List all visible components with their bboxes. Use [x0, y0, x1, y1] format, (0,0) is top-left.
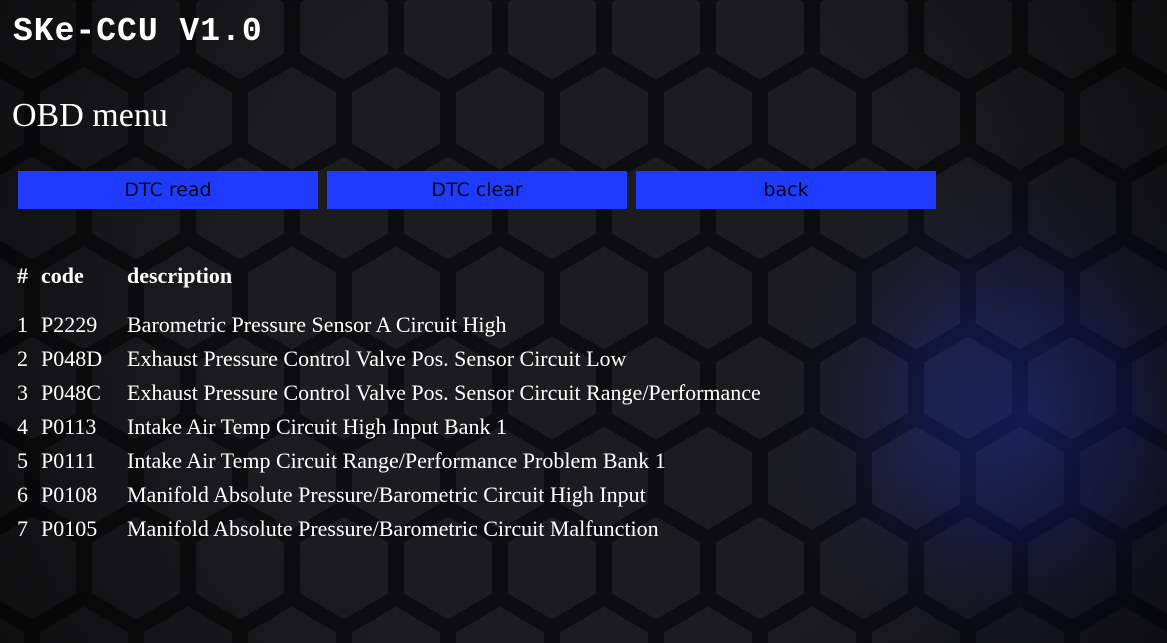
table-header-row: # code description	[14, 256, 761, 296]
row-code: P048C	[41, 380, 101, 405]
table-row: 7 P0105 Manifold Absolute Pressure/Barom…	[14, 512, 761, 546]
dtc-read-button[interactable]: DTC read	[18, 171, 318, 209]
row-description: Manifold Absolute Pressure/Barometric Ci…	[127, 516, 659, 541]
row-index: 5	[17, 448, 28, 473]
table-row: 6 P0108 Manifold Absolute Pressure/Barom…	[14, 478, 761, 512]
row-code: P048D	[41, 346, 103, 371]
row-index: 4	[17, 414, 28, 439]
column-header-code: code	[41, 263, 84, 288]
row-code: P0111	[41, 448, 96, 473]
column-header-description: description	[127, 263, 233, 288]
row-index: 1	[17, 312, 28, 337]
table-row: 3 P048C Exhaust Pressure Control Valve P…	[14, 376, 761, 410]
row-index: 6	[17, 482, 28, 507]
row-description: Barometric Pressure Sensor A Circuit Hig…	[127, 312, 507, 337]
row-code: P0105	[41, 516, 98, 541]
dtc-clear-button[interactable]: DTC clear	[327, 171, 627, 209]
row-code: P0108	[41, 482, 98, 507]
table-row: 2 P048D Exhaust Pressure Control Valve P…	[14, 342, 761, 376]
row-description: Intake Air Temp Circuit High Input Bank …	[127, 414, 507, 439]
table-row: 5 P0111 Intake Air Temp Circuit Range/Pe…	[14, 444, 761, 478]
back-button[interactable]: back	[636, 171, 936, 209]
row-index: 7	[17, 516, 28, 541]
table-row: 4 P0113 Intake Air Temp Circuit High Inp…	[14, 410, 761, 444]
dtc-table: # code description 1 P2229 Barometric Pr…	[14, 256, 761, 546]
row-description: Intake Air Temp Circuit Range/Performanc…	[127, 448, 666, 473]
row-description: Exhaust Pressure Control Valve Pos. Sens…	[127, 346, 627, 371]
row-index: 3	[17, 380, 28, 405]
row-code: P0113	[41, 414, 97, 439]
table-row: 1 P2229 Barometric Pressure Sensor A Cir…	[14, 308, 761, 342]
table-spacer	[14, 296, 761, 308]
app-title: SKe-CCU V1.0	[13, 13, 263, 50]
row-code: P2229	[41, 312, 98, 337]
row-index: 2	[17, 346, 28, 371]
page-title: OBD menu	[12, 97, 168, 134]
column-header-index: #	[17, 263, 28, 288]
row-description: Manifold Absolute Pressure/Barometric Ci…	[127, 482, 646, 507]
row-description: Exhaust Pressure Control Valve Pos. Sens…	[127, 380, 761, 405]
